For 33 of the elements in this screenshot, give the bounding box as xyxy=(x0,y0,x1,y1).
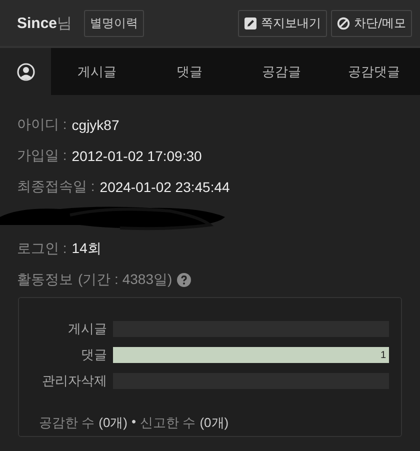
tab[interactable]: 공감댓글 xyxy=(328,48,420,95)
tab[interactable]: 공감글 xyxy=(236,48,328,95)
pencil-icon xyxy=(244,16,257,30)
count-label: 신고한 수 xyxy=(140,414,196,432)
help-icon xyxy=(177,272,192,286)
field-label: 로그인 : xyxy=(17,240,67,258)
field-label: 아이디 : xyxy=(17,116,67,134)
separator-dot: • xyxy=(132,414,136,431)
field-value: cgjyk87 xyxy=(72,116,120,132)
user-icon xyxy=(16,62,34,80)
field-label: 최종접속일 : xyxy=(17,178,95,196)
ban-icon xyxy=(336,16,350,30)
user-nickname: Since xyxy=(17,14,58,32)
period-text: (기간 : 4383일) xyxy=(78,270,172,288)
tab[interactable] xyxy=(0,48,51,95)
bar-value: 1 xyxy=(380,350,387,360)
field-value: 14회 xyxy=(72,240,102,258)
bar-label: 관리자삭제 xyxy=(41,373,107,390)
field-label: 가입일 : xyxy=(17,146,67,164)
action-button[interactable]: 차단/메모 xyxy=(330,10,412,36)
bar-label: 게시글 xyxy=(67,321,107,338)
history-button[interactable]: 별명이력 xyxy=(84,10,144,36)
action-button[interactable]: 쪽지보내기 xyxy=(238,10,327,36)
bar-label: 댓글 xyxy=(80,347,107,364)
field-value: 2012-01-02 17:09:30 xyxy=(72,148,202,164)
count-value: (0개) xyxy=(98,414,128,432)
tab[interactable]: 댓글 xyxy=(143,48,236,95)
tab[interactable]: 게시글 xyxy=(51,48,144,95)
count-label: 공감한 수 xyxy=(39,414,95,432)
section-title: 활동정보 xyxy=(17,270,73,288)
count-value: (0개) xyxy=(200,414,229,432)
field-value: 2024-01-02 23:45:44 xyxy=(100,178,230,194)
honorific-text: 님 xyxy=(57,14,72,32)
